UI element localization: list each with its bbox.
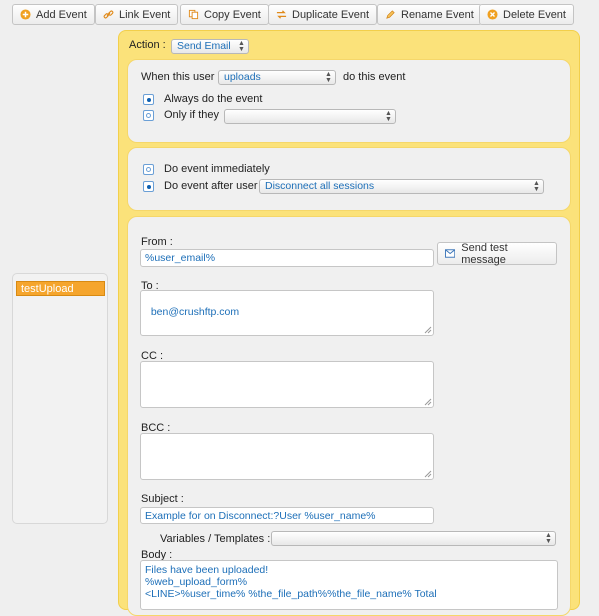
link-icon: [103, 10, 114, 19]
immediately-label: Do event immediately: [164, 163, 270, 175]
after-user-select[interactable]: Disconnect all sessions ▲ ▼: [259, 179, 544, 194]
plus-circle-icon: [20, 9, 31, 20]
after-user-radio[interactable]: [143, 181, 154, 192]
radio-dot: [146, 184, 151, 189]
event-item-testupload[interactable]: testUpload: [16, 281, 105, 296]
always-label: Always do the event: [164, 93, 263, 105]
send-test-message-label: Send test message: [461, 241, 508, 266]
events-list: testUpload: [12, 273, 108, 524]
duplicate-event-label: Duplicate Event: [292, 8, 370, 21]
variables-select[interactable]: ▲ ▼: [271, 531, 556, 546]
resize-handle-icon[interactable]: [424, 326, 432, 334]
email-section: [127, 216, 571, 616]
resize-handle-icon[interactable]: [424, 470, 432, 478]
action-label: Action :: [129, 39, 166, 51]
action-row: Action :: [129, 39, 166, 51]
pencil-icon: [386, 10, 395, 19]
trigger-section: When this user uploads ▲ ▼ do this event …: [127, 59, 571, 143]
always-radio[interactable]: [143, 94, 154, 105]
add-event-label: Add Event: [36, 8, 87, 21]
resize-handle-icon[interactable]: [424, 398, 432, 406]
radio-dot: [146, 167, 151, 172]
after-user-select-value: Disconnect all sessions: [265, 180, 375, 192]
immediately-radio[interactable]: [143, 164, 154, 175]
rename-event-button[interactable]: Rename Event: [377, 4, 482, 25]
action-select-value: Send Email: [177, 40, 231, 52]
when-user-select[interactable]: uploads ▲ ▼: [218, 70, 336, 85]
send-test-message-button[interactable]: Send test message: [437, 241, 557, 266]
subject-label: Subject :: [141, 493, 184, 505]
only-if-select[interactable]: ▲ ▼: [224, 109, 396, 124]
only-if-label: Only if they: [164, 109, 220, 121]
cc-field[interactable]: [140, 361, 434, 408]
body-field[interactable]: Files have been uploaded! %web_upload_fo…: [140, 560, 558, 610]
to-field-value: ben@crushftp.com: [150, 306, 240, 318]
rename-event-label: Rename Event: [401, 8, 474, 21]
delete-x-icon: [487, 9, 498, 20]
envelope-icon: [445, 249, 456, 258]
add-event-button[interactable]: Add Event: [12, 4, 95, 25]
duplicate-event-button[interactable]: Duplicate Event: [268, 4, 378, 25]
action-select[interactable]: Send Email ▲ ▼: [171, 39, 249, 54]
copy-event-button[interactable]: Copy Event: [180, 4, 269, 25]
duplicate-arrows-icon: [276, 10, 287, 19]
chevron-updown-icon: ▲ ▼: [238, 40, 245, 53]
do-event-label: do this event: [343, 71, 406, 83]
delete-event-button[interactable]: Delete Event: [479, 4, 574, 25]
delete-event-label: Delete Event: [503, 8, 566, 21]
after-user-label: Do event after user: [164, 180, 258, 192]
link-event-label: Link Event: [119, 8, 171, 21]
radio-dot: [146, 113, 151, 118]
when-user-select-value: uploads: [224, 71, 261, 83]
when-user-label: When this user: [141, 71, 215, 83]
only-if-radio[interactable]: [143, 110, 154, 121]
chevron-updown-icon: ▲ ▼: [385, 110, 392, 123]
from-field[interactable]: %user_email%: [140, 249, 434, 267]
chevron-updown-icon: ▲ ▼: [533, 180, 540, 193]
toolbar: Add Event Link Event Copy Event Duplicat…: [0, 0, 599, 30]
bcc-field[interactable]: [140, 433, 434, 480]
from-label: From :: [141, 236, 173, 248]
subject-field[interactable]: Example for on Disconnect:?User %user_na…: [140, 507, 434, 524]
radio-dot: [146, 97, 151, 102]
copy-icon: [188, 9, 199, 20]
chevron-updown-icon: ▲ ▼: [325, 71, 332, 84]
chevron-updown-icon: ▲ ▼: [545, 532, 552, 545]
variables-label: Variables / Templates :: [160, 533, 271, 545]
link-event-button[interactable]: Link Event: [95, 4, 179, 25]
copy-event-label: Copy Event: [204, 8, 261, 21]
timing-section: Do event immediately Do event after user…: [127, 147, 571, 211]
to-field[interactable]: ben@crushftp.com: [140, 290, 434, 336]
